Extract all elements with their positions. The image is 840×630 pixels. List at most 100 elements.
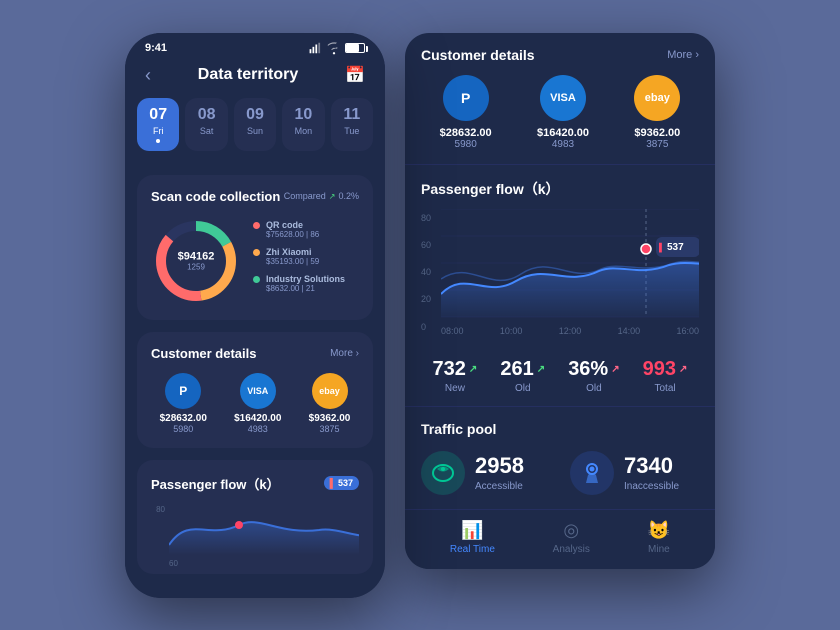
right-more-link[interactable]: More › [667,49,699,61]
legend-industry: Industry Solutions $8632.00 | 21 [253,274,359,293]
status-bar: 9:41 [125,33,385,59]
donut-count: 1259 [178,262,215,271]
stat-old1: 261 ↗ Old [500,358,545,394]
chart-legend: QR code $75628.00 | 86 Zhi Xiaomi $35193… [253,220,359,301]
svg-text:537: 537 [667,242,684,253]
accessible-icon [421,451,465,495]
bottom-nav: 📊 Real Time ◎ Analysis 😺 Mine [405,509,715,569]
visa-item: VISA $16420.00 4983 [234,373,281,434]
traffic-accessible: 2958 Accessible [421,451,550,495]
y-label-0: 0 [421,322,437,332]
nav-analysis-label: Analysis [553,544,590,555]
date-item-mon[interactable]: 10 Mon [282,98,324,151]
big-payment-row: P $28632.00 5980 VISA $16420.00 4983 eba… [421,75,699,150]
x-label-0800: 08:00 [441,326,464,336]
accessible-label: Accessible [475,481,524,492]
ebay-item: ebay $9362.00 3875 [309,373,351,434]
phone-header: ‹ Data territory 📅 [125,59,385,98]
stat-total: 993 ↗ Total [643,358,688,394]
donut-chart: $94162 1259 [151,216,241,306]
analysis-icon: ◎ [563,520,579,541]
old1-trend-icon: ↗ [537,364,545,375]
visa-icon: VISA [240,373,276,409]
status-icons [309,41,365,55]
calendar-icon[interactable]: 📅 [345,65,365,85]
inaccessible-icon [570,451,614,495]
big-ebay: ebay $9362.00 3875 [634,75,680,150]
stat-new: 732 ↗ New [433,358,478,394]
more-link[interactable]: More › [330,348,359,359]
x-label-1400: 14:00 [618,326,641,336]
inaccessible-num: 7340 [624,453,679,479]
legend-qr: QR code $75628.00 | 86 [253,220,359,239]
passenger-flow-section: Passenger flow（k） ▌ 537 80 [137,460,373,574]
payment-row: P $28632.00 5980 VISA $16420.00 4983 eba… [151,373,359,434]
nav-mine[interactable]: 😺 Mine [648,520,670,555]
stat-old2: 36% ↗ Old [568,358,619,394]
nav-mine-label: Mine [648,544,670,555]
passenger-title: Passenger flow（k） [151,474,280,493]
wifi-icon [327,41,341,55]
date-item-sun[interactable]: 09 Sun [234,98,276,151]
date-item-sat[interactable]: 08 Sat [185,98,227,151]
flow-chart-svg: ▌ 537 [441,209,699,319]
status-time: 9:41 [145,42,167,54]
battery-icon [345,43,365,53]
compared-badge: Compared ↗ 0.2% [284,191,359,201]
svg-text:▌: ▌ [659,242,665,253]
paypal-icon: P [165,373,201,409]
scan-code-section: Scan code collection Compared ↗ 0.2% [137,175,373,320]
date-strip: 07 Fri 08 Sat 09 Sun 10 Mon 11 Tue [125,98,385,163]
x-label-1000: 10:00 [500,326,523,336]
qr-color-dot [253,222,260,229]
xiaomi-color-dot [253,249,260,256]
nav-realtime[interactable]: 📊 Real Time [450,520,495,555]
up-arrow-icon: ↗ [329,192,336,201]
old2-trend-icon: ↗ [611,364,619,375]
customer-title: Customer details [151,346,256,361]
left-phone: 9:41 ‹ Data territory 📅 07 Fri 08 Sat [125,33,385,598]
traffic-inaccessible: 7340 Inaccessible [570,451,699,495]
y-label-20: 20 [421,294,437,304]
mine-icon: 😺 [648,520,670,541]
new-trend-icon: ↗ [469,364,477,375]
signal-icon [309,41,323,55]
flow-badge: ▌ 537 [324,476,359,490]
x-label-1200: 12:00 [559,326,582,336]
page-title: Data territory [198,66,298,84]
date-day-fri: Fri [141,126,175,136]
realtime-icon: 📊 [461,520,483,541]
x-label-1600: 16:00 [676,326,699,336]
scan-title: Scan code collection [151,189,280,204]
traffic-row: 2958 Accessible 7340 Inaccessib [421,451,699,495]
right-panel: Customer details More › P $28632.00 5980… [405,33,715,569]
nav-analysis[interactable]: ◎ Analysis [553,520,590,555]
date-item-fri[interactable]: 07 Fri [137,98,179,151]
nav-realtime-label: Real Time [450,544,495,555]
back-button[interactable]: ‹ [145,65,151,86]
stats-row: 732 ↗ New 261 ↗ Old 36% ↗ Old [405,346,715,407]
right-customer-title: Customer details [421,47,535,63]
y-label-80: 80 [421,213,437,223]
inaccessible-label: Inaccessible [624,481,679,492]
total-trend-icon: ↗ [679,364,687,375]
date-num-fri: 07 [141,106,175,124]
y-label-60: 60 [421,240,437,250]
customer-details-section: Customer details More › P $28632.00 5980… [137,332,373,448]
date-item-tue[interactable]: 11 Tue [331,98,373,151]
industry-color-dot [253,276,260,283]
right-customer-section: Customer details More › P $28632.00 5980… [405,33,715,165]
right-flow-section: Passenger flow（k） 80 60 40 20 0 [405,165,715,346]
phone-content: Scan code collection Compared ↗ 0.2% [125,163,385,598]
donut-amount: $94162 [178,250,215,262]
big-ebay-icon: ebay [634,75,680,121]
traffic-title: Traffic pool [421,421,496,437]
y-label-40: 40 [421,267,437,277]
mini-flow-chart [169,505,359,555]
traffic-pool-section: Traffic pool 2958 Accessible [405,407,715,509]
right-flow-title: Passenger flow（k） [421,179,560,199]
legend-xiaomi: Zhi Xiaomi $35193.00 | 59 [253,247,359,266]
ebay-icon: ebay [312,373,348,409]
big-paypal: P $28632.00 5980 [440,75,492,150]
big-paypal-icon: P [443,75,489,121]
